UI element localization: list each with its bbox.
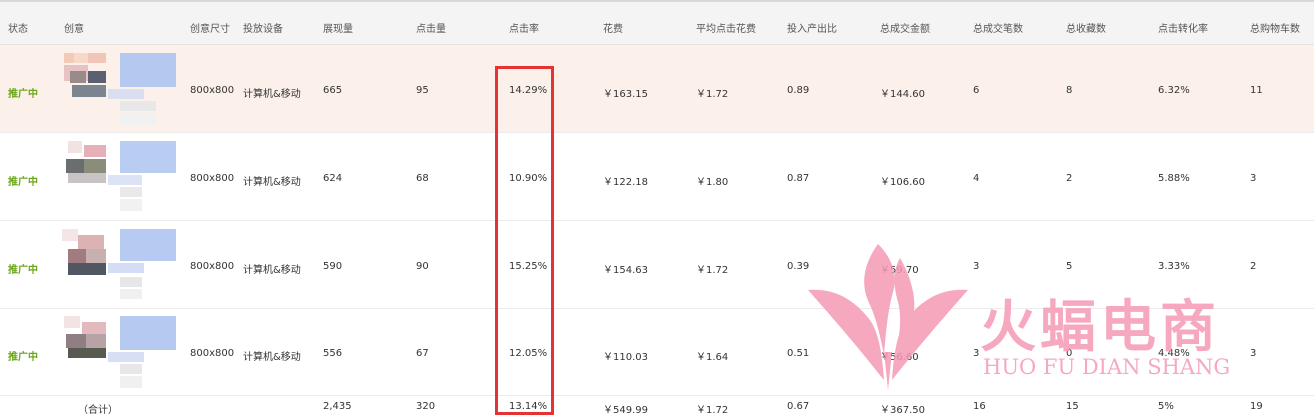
roi: 0.39 — [787, 261, 810, 272]
avg-cpc: ￥1.72 — [696, 265, 729, 276]
header-status[interactable]: 状态 — [8, 20, 28, 35]
header-creative[interactable]: 创意 — [64, 20, 84, 35]
header-impressions[interactable]: 展现量 — [323, 20, 353, 35]
header-avg-cpc[interactable]: 平均点击花费 — [696, 20, 756, 35]
header-ctr[interactable]: 点击率 — [509, 20, 539, 35]
creative-thumbnail[interactable] — [58, 225, 180, 305]
ctr-highlight-box — [495, 66, 554, 415]
table-row[interactable]: 推广中 800x800 计算机&移动 665 95 14.29% ￥163.15… — [0, 45, 1314, 133]
conversion-rate: 5.88% — [1158, 173, 1190, 184]
table-header: 状态 创意 创意尺寸 投放设备 展现量 点击量 点击率 花费 平均点击花费 投入… — [0, 2, 1314, 45]
header-clicks[interactable]: 点击量 — [416, 20, 446, 35]
avg-cpc: ￥1.64 — [696, 352, 729, 363]
creative-size: 800x800 — [190, 261, 235, 272]
total-gmv: ￥367.50 — [880, 405, 925, 416]
creative-size: 800x800 — [190, 85, 235, 96]
header-cvr[interactable]: 点击转化率 — [1158, 20, 1208, 35]
impressions: 556 — [323, 348, 343, 359]
table-row[interactable]: 推广中 800x800 计算机&移动 624 68 10.90% ￥122.18… — [0, 133, 1314, 221]
roi: 0.51 — [787, 348, 810, 359]
creative-thumbnail[interactable] — [58, 312, 180, 392]
clicks: 68 — [416, 173, 429, 184]
cost: ￥163.15 — [603, 89, 648, 100]
creative-size: 800x800 — [190, 173, 235, 184]
impressions: 665 — [323, 85, 343, 96]
total-row: （合计） 2,435 320 13.14% ￥549.99 ￥1.72 0.67… — [0, 395, 1314, 419]
impressions: 590 — [323, 261, 343, 272]
total-cost: ￥549.99 — [603, 405, 648, 416]
gmv: ￥106.60 — [880, 177, 925, 188]
avg-cpc: ￥1.72 — [696, 89, 729, 100]
creative-size: 800x800 — [190, 348, 235, 359]
cart-count: 2 — [1250, 261, 1257, 272]
header-cost[interactable]: 花费 — [603, 20, 623, 35]
header-size[interactable]: 创意尺寸 — [190, 20, 230, 35]
status-badge: 推广中 — [8, 265, 38, 276]
conversion-rate: 6.32% — [1158, 85, 1190, 96]
cost: ￥122.18 — [603, 177, 648, 188]
favorites: 8 — [1066, 85, 1073, 96]
device: 计算机&移动 — [243, 265, 301, 276]
header-favorites[interactable]: 总收藏数 — [1066, 20, 1106, 35]
total-roi: 0.67 — [787, 401, 810, 412]
total-cart: 19 — [1250, 401, 1263, 412]
roi: 0.87 — [787, 173, 810, 184]
gmv: ￥144.60 — [880, 89, 925, 100]
header-device[interactable]: 投放设备 — [243, 20, 283, 35]
creative-thumbnail[interactable] — [58, 49, 180, 129]
status-badge: 推广中 — [8, 352, 38, 363]
total-clicks: 320 — [416, 401, 436, 412]
impressions: 624 — [323, 173, 343, 184]
clicks: 95 — [416, 85, 429, 96]
device: 计算机&移动 — [243, 89, 301, 100]
total-favorites: 15 — [1066, 401, 1079, 412]
header-orders[interactable]: 总成交笔数 — [973, 20, 1023, 35]
device: 计算机&移动 — [243, 177, 301, 188]
status-badge: 推广中 — [8, 89, 38, 100]
header-roi[interactable]: 投入产出比 — [787, 20, 837, 35]
orders: 4 — [973, 173, 980, 184]
total-cvr: 5% — [1158, 401, 1174, 412]
header-cart[interactable]: 总购物车数 — [1250, 20, 1300, 35]
favorites: 2 — [1066, 173, 1073, 184]
cost: ￥154.63 — [603, 265, 648, 276]
device: 计算机&移动 — [243, 352, 301, 363]
cart-count: 3 — [1250, 173, 1257, 184]
avg-cpc: ￥1.80 — [696, 177, 729, 188]
total-label: （合计） — [78, 405, 118, 416]
cost: ￥110.03 — [603, 352, 648, 363]
watermark-chinese: 火蝠电商 — [980, 295, 1220, 360]
cart-count: 3 — [1250, 348, 1257, 359]
total-avg-cpc: ￥1.72 — [696, 405, 729, 416]
header-gmv[interactable]: 总成交金额 — [880, 20, 930, 35]
status-badge: 推广中 — [8, 177, 38, 188]
cart-count: 11 — [1250, 85, 1263, 96]
orders: 6 — [973, 85, 980, 96]
clicks: 67 — [416, 348, 429, 359]
clicks: 90 — [416, 261, 429, 272]
roi: 0.89 — [787, 85, 810, 96]
creative-thumbnail[interactable] — [58, 137, 180, 217]
total-orders: 16 — [973, 401, 986, 412]
watermark-pinyin: HUO FU DIAN SHANG — [983, 355, 1231, 379]
total-impressions: 2,435 — [323, 401, 352, 412]
conversion-rate: 3.33% — [1158, 261, 1190, 272]
